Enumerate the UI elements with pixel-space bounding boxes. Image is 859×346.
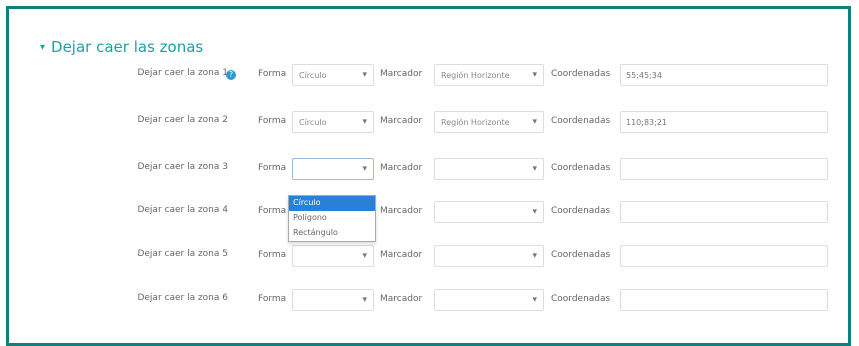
shape-select[interactable]: ▾ xyxy=(292,158,374,180)
coords-value: 55;45;34 xyxy=(626,71,662,80)
shape-value: Círculo xyxy=(299,71,327,80)
drop-zone-row-6: Dejar caer la zona 6 Forma ▾ Marcador ▾ … xyxy=(0,289,845,313)
chevron-down-icon: ▾ xyxy=(532,251,537,261)
shape-select[interactable]: Círculo ▾ xyxy=(292,111,374,133)
caret-down-icon: ▾ xyxy=(40,41,46,53)
shape-value: Círculo xyxy=(299,118,327,127)
marker-label: Marcador xyxy=(380,163,423,173)
chevron-down-icon: ▾ xyxy=(362,164,367,174)
marker-select[interactable]: Región Horizonte ▾ xyxy=(434,111,544,133)
drop-zone-row-5: Dejar caer la zona 5 Forma ▾ Marcador ▾ … xyxy=(0,245,845,269)
dropdown-option-rectangle[interactable]: Rectángulo xyxy=(289,226,375,241)
shape-label: Forma xyxy=(258,294,287,304)
section-toggle-drop-zones[interactable]: ▾ Dejar caer las zonas xyxy=(40,38,203,56)
coords-input[interactable] xyxy=(620,201,828,223)
shape-select[interactable]: ▾ xyxy=(292,245,374,267)
zone-label: Dejar caer la zona 2 xyxy=(137,115,228,125)
dropdown-option-circle[interactable]: Círculo xyxy=(289,196,375,211)
coords-label: Coordenadas xyxy=(551,116,611,126)
chevron-down-icon: ▾ xyxy=(362,70,367,80)
coords-label: Coordenadas xyxy=(551,250,611,260)
shape-label: Forma xyxy=(258,163,287,173)
zone-label: Dejar caer la zona 3 xyxy=(137,162,228,172)
drop-zone-row-2: Dejar caer la zona 2 Forma Círculo ▾ Mar… xyxy=(0,111,845,135)
marker-select[interactable]: Región Horizonte ▾ xyxy=(434,64,544,86)
shape-select[interactable]: ▾ xyxy=(292,289,374,311)
coords-label: Coordenadas xyxy=(551,163,611,173)
chevron-down-icon: ▾ xyxy=(532,207,537,217)
chevron-down-icon: ▾ xyxy=(532,117,537,127)
coords-input[interactable] xyxy=(620,289,828,311)
marker-select[interactable]: ▾ xyxy=(434,201,544,223)
chevron-down-icon: ▾ xyxy=(362,117,367,127)
shape-label: Forma xyxy=(258,206,287,216)
coords-label: Coordenadas xyxy=(551,69,611,79)
marker-label: Marcador xyxy=(380,116,423,126)
zone-label: Dejar caer la zona 6 xyxy=(137,293,228,303)
shape-select[interactable]: Círculo ▾ xyxy=(292,64,374,86)
marker-value: Región Horizonte xyxy=(441,118,510,127)
marker-value: Región Horizonte xyxy=(441,71,510,80)
chevron-down-icon: ▾ xyxy=(532,295,537,305)
marker-label: Marcador xyxy=(380,294,423,304)
shape-dropdown-list: Círculo Polígono Rectángulo xyxy=(288,195,376,242)
section-title: Dejar caer las zonas xyxy=(51,38,204,56)
dropdown-option-polygon[interactable]: Polígono xyxy=(289,211,375,226)
zone-label: Dejar caer la zona 4 xyxy=(137,205,228,215)
coords-value: 110;83;21 xyxy=(626,118,668,127)
shape-label: Forma xyxy=(258,69,287,79)
coords-label: Coordenadas xyxy=(551,294,611,304)
marker-select[interactable]: ▾ xyxy=(434,158,544,180)
coords-input[interactable]: 55;45;34 xyxy=(620,64,828,86)
shape-label: Forma xyxy=(258,116,287,126)
chevron-down-icon: ▾ xyxy=(532,70,537,80)
coords-input[interactable] xyxy=(620,158,828,180)
drop-zone-row-3: Dejar caer la zona 3 Forma ▾ Marcador ▾ … xyxy=(0,158,845,182)
zone-label: Dejar caer la zona 5 xyxy=(137,249,228,259)
marker-select[interactable]: ▾ xyxy=(434,245,544,267)
marker-label: Marcador xyxy=(380,250,423,260)
marker-select[interactable]: ▾ xyxy=(434,289,544,311)
chevron-down-icon: ▾ xyxy=(532,164,537,174)
chevron-down-icon: ▾ xyxy=(362,251,367,261)
coords-label: Coordenadas xyxy=(551,206,611,216)
marker-label: Marcador xyxy=(380,69,423,79)
help-icon[interactable]: ? xyxy=(226,70,236,80)
chevron-down-icon: ▾ xyxy=(362,295,367,305)
drop-zone-row-4: Dejar caer la zona 4 Forma ▾ Marcador ▾ … xyxy=(0,201,845,225)
coords-input[interactable]: 110;83;21 xyxy=(620,111,828,133)
zone-label: Dejar caer la zona 1 xyxy=(137,68,228,78)
marker-label: Marcador xyxy=(380,206,423,216)
coords-input[interactable] xyxy=(620,245,828,267)
shape-label: Forma xyxy=(258,250,287,260)
drop-zone-row-1: Dejar caer la zona 1 ? Forma Círculo ▾ M… xyxy=(0,64,845,88)
